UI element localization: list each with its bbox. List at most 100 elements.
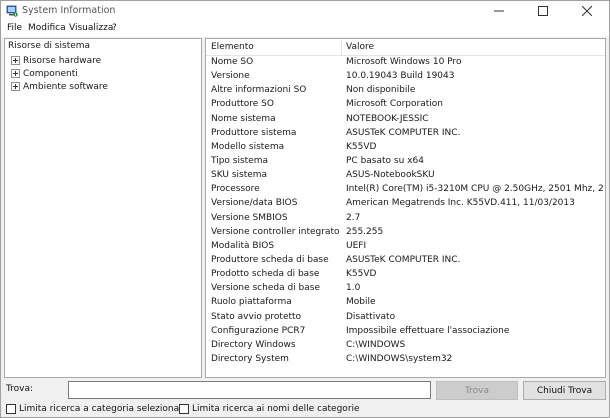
limit-to-names-option[interactable]: Limita ricerca ai nomi delle categorie [179, 404, 360, 414]
tree-item-label: Componenti [23, 68, 78, 79]
close-find-button[interactable]: Chiudi Trova [523, 381, 606, 400]
table-row[interactable]: Tipo sistema PC basato su x64 [206, 155, 605, 169]
limit-to-names-checkbox[interactable] [179, 404, 189, 414]
limit-to-category-checkbox[interactable] [6, 404, 16, 414]
cell-value: 10.0.19043 Build 19043 [346, 71, 455, 82]
cell-value: Disattivato [346, 311, 396, 322]
cell-value: Intel(R) Core(TM) i5-3210M CPU @ 2.50GHz… [346, 184, 605, 195]
table-row[interactable]: SKU sistema ASUS-NotebookSKU [206, 169, 605, 183]
system-information-window: System Information File Modifica Visuali… [0, 0, 610, 418]
title-bar[interactable]: System Information [1, 1, 609, 21]
column-divider[interactable] [341, 39, 342, 56]
cell-value: Impossibile effettuare l'associazione [346, 325, 510, 336]
limit-to-category-label: Limita ricerca a categoria selezionata [19, 404, 189, 414]
cell-value: UEFI [346, 240, 367, 251]
table-row[interactable]: Produttore scheda di base ASUSTeK COMPUTE… [206, 254, 605, 268]
table-row[interactable]: Versione 10.0.19043 Build 19043 [206, 70, 605, 84]
system-information-icon [6, 5, 18, 17]
menu-file[interactable]: File [7, 23, 22, 33]
cell-element: Produttore sistema [211, 127, 297, 138]
cell-value: K55VD [346, 141, 377, 152]
cell-value: ASUSTeK COMPUTER INC. [346, 254, 461, 265]
cell-element: Versione/data BIOS [211, 198, 298, 209]
menu-help[interactable]: ? [112, 23, 117, 33]
cell-value: C:\WINDOWS\system32 [346, 353, 453, 364]
table-row[interactable]: Modalità BIOS UEFI [206, 240, 605, 254]
category-tree[interactable]: Risorse di sistema Risorse hardware Comp… [4, 38, 202, 378]
cell-element: Produttore SO [211, 99, 274, 110]
tree-item-software-environment[interactable]: Ambiente software [11, 80, 108, 93]
table-row[interactable]: Nome sistema NOTEBOOK-JESSIC [206, 113, 605, 127]
cell-value: 255.255 [346, 226, 384, 237]
cell-element: Versione [211, 71, 250, 82]
column-header-value[interactable]: Valore [346, 42, 374, 52]
table-row[interactable]: Configurazione PCR7 Impossibile effettuar… [206, 325, 605, 339]
cell-element: Versione SMBIOS [211, 212, 288, 223]
cell-element: Tipo sistema [211, 155, 269, 166]
table-row[interactable]: Modello sistema K55VD [206, 141, 605, 155]
cell-element: Directory Windows [211, 339, 296, 350]
cell-element: Modalità BIOS [211, 240, 275, 251]
cell-element: Altre informazioni SO [211, 85, 307, 96]
find-button[interactable]: Trova [436, 381, 518, 400]
limit-to-category-option[interactable]: Limita ricerca a categoria selezionata [6, 404, 188, 414]
cell-element: Versione controller integrato [211, 226, 339, 237]
tree-item-label: Ambiente software [23, 81, 108, 92]
table-row[interactable]: Versione scheda di base 1.0 [206, 282, 605, 296]
table-row[interactable]: Prodotto scheda di base K55VD [206, 268, 605, 282]
cell-element: Ruolo piattaforma [211, 297, 292, 308]
menu-bar: File Modifica Visualizza ? [1, 21, 609, 37]
tree-item-hardware-resources[interactable]: Risorse hardware [11, 54, 101, 67]
details-list[interactable]: Elemento Valore Nome SO Microsoft Windows… [205, 38, 606, 378]
table-row[interactable]: Produttore SO Microsoft Corporation [206, 98, 605, 112]
table-row[interactable]: Altre informazioni SO Non disponibile [206, 84, 605, 98]
cell-value: Non disponibile [346, 85, 416, 96]
cell-element: Processore [211, 184, 260, 195]
list-rows: Nome SO Microsoft Windows 10 Pro Versione 1… [206, 56, 605, 367]
cell-element: Directory System [211, 353, 289, 364]
table-row[interactable]: Nome SO Microsoft Windows 10 Pro [206, 56, 605, 70]
cell-value: Microsoft Windows 10 Pro [346, 57, 462, 67]
cell-value: PC basato su x64 [346, 155, 424, 166]
maximize-icon [538, 6, 548, 16]
cell-value: American Megatrends Inc. K55VD.411, 11/0… [346, 198, 575, 209]
plus-expander-icon[interactable] [11, 82, 20, 91]
cell-value: C:\WINDOWS [346, 339, 406, 350]
maximize-button[interactable] [521, 1, 565, 21]
cell-element: Nome sistema [211, 113, 276, 124]
table-row[interactable]: Ruolo piattaforma Mobile [206, 296, 605, 310]
table-row[interactable]: Stato avvio protetto Disattivato [206, 311, 605, 325]
table-row[interactable]: Directory Windows C:\WINDOWS [206, 339, 605, 353]
cell-value: 2.7 [346, 212, 361, 223]
cell-value: Mobile [346, 297, 376, 308]
plus-expander-icon[interactable] [11, 69, 20, 78]
cell-element: Produttore scheda di base [211, 254, 329, 265]
cell-element: Modello sistema [211, 141, 285, 152]
cell-element: Stato avvio protetto [211, 311, 302, 322]
table-row[interactable]: Versione controller integrato 255.255 [206, 226, 605, 240]
find-input[interactable] [68, 381, 431, 399]
cell-element: Versione scheda di base [211, 283, 320, 294]
table-row[interactable]: Directory System C:\WINDOWS\system32 [206, 353, 605, 367]
menu-visualizza[interactable]: Visualizza [69, 23, 113, 33]
tree-item-label: Risorse hardware [23, 55, 102, 66]
table-row[interactable]: Versione SMBIOS 2.7 [206, 212, 605, 226]
table-row[interactable]: Processore Intel(R) Core(TM) i5-3210M CPU… [206, 183, 605, 197]
find-label: Trova: [6, 384, 34, 394]
window-title: System Information [22, 5, 116, 16]
close-button[interactable] [565, 1, 609, 21]
plus-expander-icon[interactable] [11, 56, 20, 65]
cell-value: K55VD [346, 269, 377, 280]
cell-element: SKU sistema [211, 170, 268, 181]
table-row[interactable]: Produttore sistema ASUSTeK COMPUTER INC. [206, 127, 605, 141]
cell-value: ASUS-NotebookSKU [346, 170, 435, 181]
minimize-button[interactable] [477, 1, 521, 21]
table-row[interactable]: Versione/data BIOS American Megatrends In… [206, 197, 605, 211]
menu-modifica[interactable]: Modifica [28, 23, 66, 33]
limit-to-names-label: Limita ricerca ai nomi delle categorie [192, 404, 360, 414]
tree-item-components[interactable]: Componenti [11, 67, 78, 80]
cell-value: ASUSTeK COMPUTER INC. [346, 127, 461, 138]
column-header-element[interactable]: Elemento [211, 42, 254, 52]
tree-root-system-summary[interactable]: Risorse di sistema [8, 41, 90, 51]
minimize-icon [494, 6, 504, 16]
